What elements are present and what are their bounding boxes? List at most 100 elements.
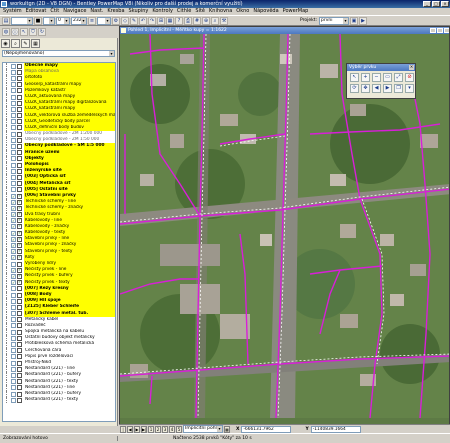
visibility-checkbox[interactable]: [11, 372, 16, 378]
close-button[interactable]: ×: [441, 1, 449, 7]
view-maximize-button[interactable]: [437, 28, 443, 33]
visibility-checkbox[interactable]: [11, 255, 16, 261]
layer-checkbox[interactable]: [17, 82, 22, 88]
visibility-checkbox[interactable]: [11, 311, 16, 317]
visibility-checkbox[interactable]: [11, 131, 16, 137]
no-entry-icon[interactable]: ⊘: [405, 73, 414, 82]
layer-checkbox[interactable]: [17, 218, 22, 224]
layer-checkbox[interactable]: [17, 168, 22, 174]
color-icon[interactable]: ■: [34, 16, 42, 25]
layer-checkbox[interactable]: [17, 174, 22, 180]
layer-checkbox[interactable]: [17, 230, 22, 236]
next-view-icon[interactable]: ▶: [383, 84, 392, 93]
layer-checkbox[interactable]: [17, 224, 22, 230]
visibility-checkbox[interactable]: [11, 391, 16, 397]
tab-layers-icon[interactable]: ◉: [1, 39, 10, 48]
filter-icon[interactable]: ⛉: [29, 28, 37, 36]
copy-view-icon[interactable]: ❐: [394, 84, 403, 93]
menu-item[interactable]: Knihovna: [209, 8, 232, 15]
visibility-checkbox[interactable]: [11, 249, 16, 255]
layer-checkbox[interactable]: [17, 193, 22, 199]
menu-item[interactable]: Kontroly: [152, 8, 173, 15]
layer-checkbox[interactable]: [17, 323, 22, 329]
layer-checkbox[interactable]: [17, 292, 22, 298]
layer-checkbox[interactable]: [17, 311, 22, 317]
weight-select[interactable]: 0: [56, 16, 70, 25]
visibility-checkbox[interactable]: [11, 199, 16, 205]
layer-checkbox[interactable]: [17, 88, 22, 94]
visibility-checkbox[interactable]: [11, 168, 16, 174]
menu-item[interactable]: Nápověda: [253, 8, 278, 15]
tab-search-icon[interactable]: ⌕: [11, 39, 20, 48]
view-options-icon[interactable]: ▦: [224, 425, 230, 433]
layer-checkbox[interactable]: [17, 113, 22, 119]
layer-checkbox[interactable]: [17, 329, 22, 335]
visibility-checkbox[interactable]: [11, 174, 16, 180]
visibility-checkbox[interactable]: [11, 106, 16, 112]
place-icon[interactable]: ✎: [130, 16, 138, 25]
maximize-button[interactable]: □: [432, 1, 440, 7]
select-icon[interactable]: ↖: [20, 28, 28, 36]
visibility-checkbox[interactable]: [11, 342, 16, 348]
layer-checkbox[interactable]: [17, 156, 22, 162]
layer-checkbox[interactable]: [17, 150, 22, 156]
tab-db-icon[interactable]: ▦: [31, 39, 40, 48]
visibility-checkbox[interactable]: [11, 385, 16, 391]
project-open-icon[interactable]: ▶: [359, 16, 368, 25]
layer-checkbox[interactable]: [17, 205, 22, 212]
view-minimize-button[interactable]: [430, 28, 436, 33]
layer-checkbox[interactable]: [17, 243, 22, 249]
visibility-checkbox[interactable]: [11, 379, 16, 385]
visibility-checkbox[interactable]: [11, 218, 16, 224]
layer-checkbox[interactable]: [17, 304, 22, 310]
layer-checkbox[interactable]: [17, 63, 22, 69]
visibility-checkbox[interactable]: [11, 137, 16, 143]
visibility-checkbox[interactable]: [11, 273, 16, 279]
layer-checkbox[interactable]: [17, 75, 22, 81]
zoom-icon[interactable]: ⌕: [211, 16, 219, 25]
menu-item[interactable]: Okno: [236, 8, 249, 15]
layer-checkbox[interactable]: [17, 298, 22, 304]
info-icon[interactable]: ⓘ: [11, 28, 19, 36]
layer-checkbox[interactable]: [17, 366, 22, 372]
menu-item[interactable]: Čtit: [50, 8, 59, 15]
tools-icon[interactable]: ⚒: [220, 16, 228, 25]
layer-checkbox[interactable]: [17, 236, 22, 242]
grid-icon[interactable]: #: [193, 16, 201, 25]
undo-icon[interactable]: ↶: [139, 16, 147, 25]
layers-icon[interactable]: ▦: [166, 16, 174, 25]
visibility-checkbox[interactable]: [11, 100, 16, 106]
menu-item[interactable]: Kresba: [107, 8, 124, 15]
previous-view-icon[interactable]: ◀: [372, 84, 381, 93]
menu-item[interactable]: PowerMap: [283, 8, 309, 15]
view-1-button[interactable]: 1: [148, 425, 154, 433]
visibility-checkbox[interactable]: [11, 366, 16, 372]
prev-page-icon[interactable]: ◀: [127, 425, 133, 433]
visibility-checkbox[interactable]: [11, 119, 16, 125]
visibility-checkbox[interactable]: [11, 397, 16, 403]
layer-checkbox[interactable]: [17, 335, 22, 341]
view-preset-select[interactable]: Implicitní pohledy: [183, 425, 223, 433]
zoom-out-icon[interactable]: −: [372, 73, 381, 82]
view-5-button[interactable]: 5: [176, 425, 182, 433]
layer-checkbox[interactable]: [17, 144, 22, 150]
visibility-checkbox[interactable]: [11, 75, 16, 81]
layer-checkbox[interactable]: [17, 125, 22, 131]
visibility-checkbox[interactable]: [11, 292, 16, 298]
layer-checkbox[interactable]: [17, 397, 22, 403]
menu-item[interactable]: Sítě: [195, 8, 205, 15]
visibility-checkbox[interactable]: [11, 323, 16, 329]
layer-checkbox[interactable]: [17, 273, 22, 280]
visibility-checkbox[interactable]: [11, 156, 16, 162]
menu-item[interactable]: Systém: [3, 8, 22, 15]
ps-select[interactable]: [97, 16, 111, 25]
menu-item[interactable]: Skupiny: [129, 8, 149, 15]
menu-item[interactable]: Nast.: [90, 8, 103, 15]
visibility-checkbox[interactable]: [11, 348, 16, 354]
visibility-checkbox[interactable]: [11, 162, 16, 168]
pan-icon[interactable]: ✥: [361, 84, 370, 93]
refresh-icon[interactable]: ↻: [38, 28, 46, 36]
visibility-checkbox[interactable]: [11, 280, 16, 286]
layer-checkbox[interactable]: [17, 360, 22, 366]
visibility-checkbox[interactable]: [11, 150, 16, 156]
